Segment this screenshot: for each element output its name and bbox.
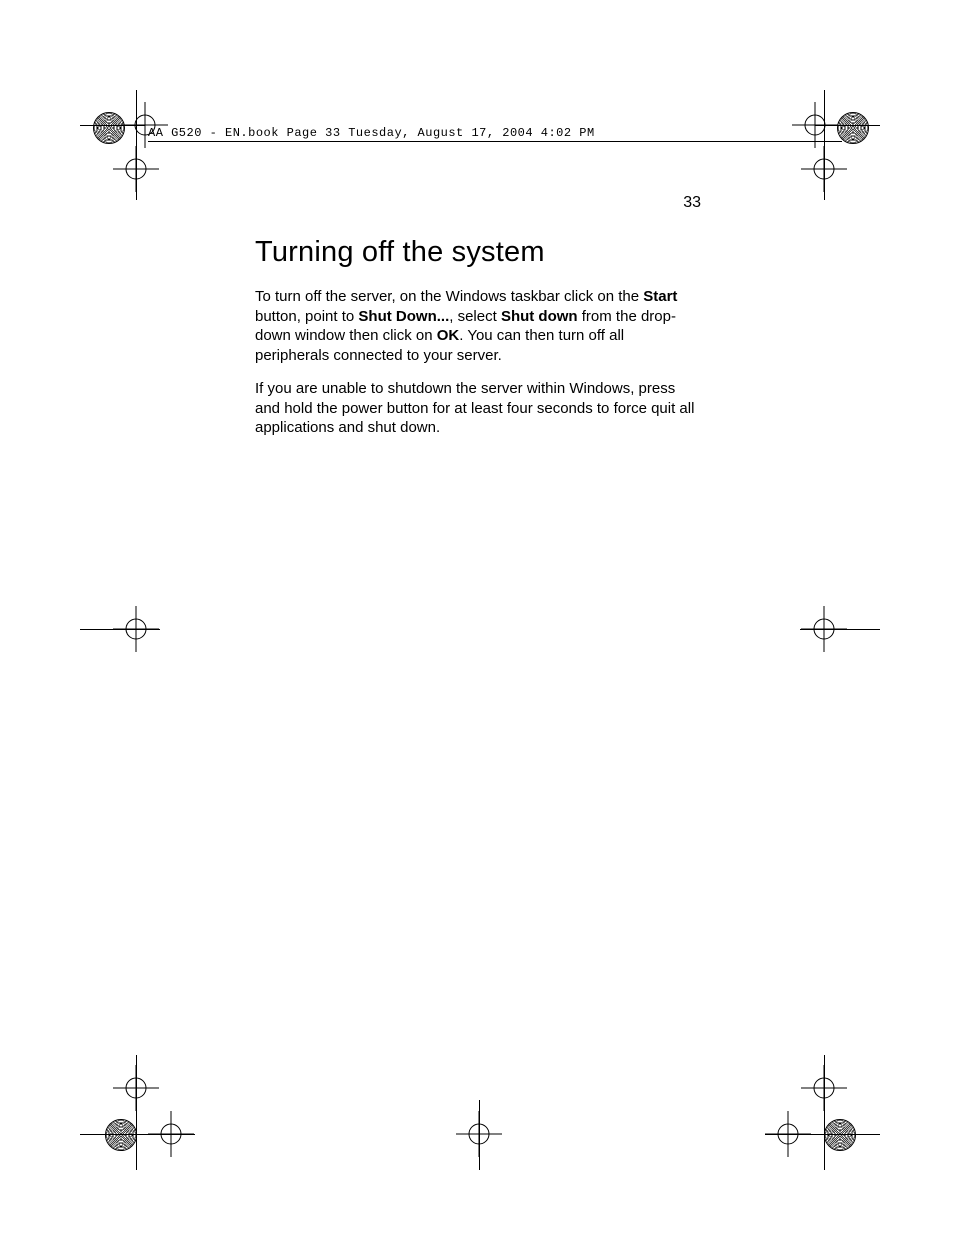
crop-line [80,629,160,630]
text: button, point to [255,308,358,325]
registration-ball-icon [105,1119,137,1151]
paragraph-2: If you are unable to shutdown the server… [255,379,700,438]
crop-line [479,1100,480,1170]
registration-ball-icon [93,112,125,144]
registration-ball-icon [837,112,869,144]
crop-line [765,1134,880,1135]
crop-line [136,90,137,200]
crop-line [824,90,825,200]
paragraph-1: To turn off the server, on the Windows t… [255,287,700,365]
running-head: AA G520 - EN.book Page 33 Tuesday, Augus… [148,126,842,142]
page-content: Turning off the system To turn off the s… [255,236,700,452]
crop-line [80,1134,195,1135]
crop-line [815,125,880,126]
crop-line [136,1055,137,1170]
heading-title: Turning off the system [255,236,700,269]
crop-line [80,125,145,126]
crop-line [824,1055,825,1170]
text-bold-start: Start [643,288,677,305]
text: , select [449,308,501,325]
page-number: 33 [683,194,701,212]
text-bold-ok: OK [437,327,460,344]
registration-ball-icon [824,1119,856,1151]
text: To turn off the server, on the Windows t… [255,288,643,305]
crop-line [800,629,880,630]
text-bold-shutdown: Shut down [501,308,578,325]
text-bold-shutdown-ellipsis: Shut Down... [358,308,449,325]
